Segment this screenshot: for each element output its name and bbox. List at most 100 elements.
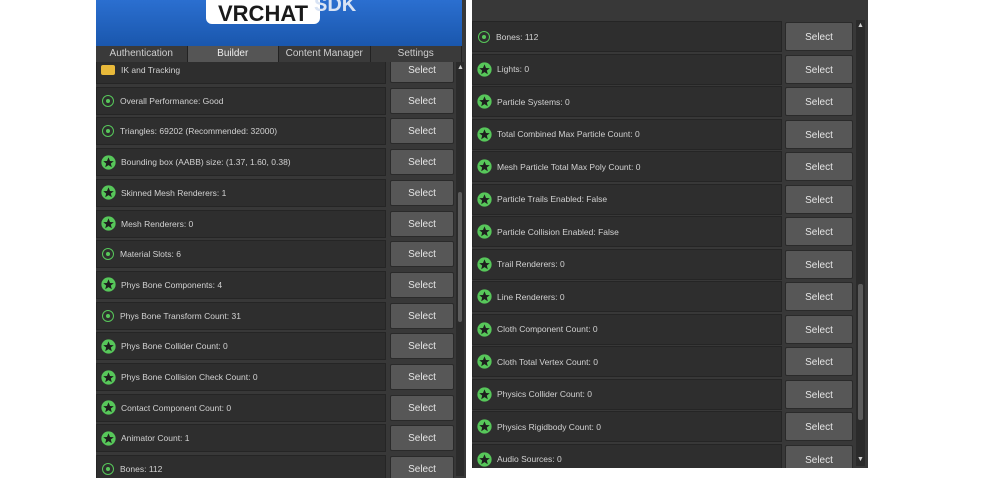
- select-button[interactable]: Select: [390, 333, 454, 360]
- validation-item-label: Triangles: 69202 (Recommended: 32000): [120, 126, 278, 137]
- select-button[interactable]: Select: [785, 152, 853, 181]
- validation-item-label: Trail Renderers: 0: [497, 259, 565, 269]
- tab-settings[interactable]: Settings: [370, 46, 462, 62]
- validation-row: Contact Component Count: 0 Select: [96, 393, 456, 422]
- validation-item-label: Lights: 0: [497, 64, 530, 74]
- select-button[interactable]: Select: [390, 210, 454, 237]
- validation-item-label: Skinned Mesh Renderers: 1: [121, 187, 227, 198]
- validation-row: Cloth Component Count: 0 Select: [472, 313, 856, 345]
- validation-row: Lights: 0 Select: [472, 53, 856, 85]
- select-button[interactable]: Select: [390, 241, 454, 268]
- tab-builder[interactable]: Builder: [187, 46, 279, 62]
- select-button[interactable]: Select: [390, 456, 454, 478]
- select-button[interactable]: Select: [390, 302, 454, 329]
- validation-row: Material Slots: 6 Select: [96, 240, 456, 269]
- right-scrollbar[interactable]: ▲ ▼: [856, 20, 865, 466]
- validation-item: Bones: 112: [472, 21, 782, 52]
- scroll-up-arrow-icon[interactable]: ▲: [457, 64, 464, 71]
- left-scrollbar-thumb[interactable]: [458, 192, 462, 322]
- scroll-down-arrow-icon[interactable]: ▼: [857, 456, 864, 463]
- sdk-logo-text: SDK: [314, 0, 357, 16]
- validation-row: Physics Rigidbody Count: 0 Select: [472, 411, 856, 442]
- select-button[interactable]: Select: [785, 412, 853, 441]
- validation-item-label: Contact Component Count: 0: [121, 402, 232, 413]
- star-icon: [101, 185, 116, 200]
- validation-item-label: Physics Collider Count: 0: [497, 389, 592, 399]
- validation-row: Phys Bone Components: 4 Select: [96, 270, 456, 299]
- validation-row: Bones: 112 Select: [472, 21, 856, 52]
- star-icon: [477, 386, 492, 402]
- select-button[interactable]: Select: [785, 217, 853, 246]
- validation-item: Audio Sources: 0: [472, 443, 782, 468]
- validation-row: Trail Renderers: 0 Select: [472, 248, 856, 280]
- check-circle-icon: [102, 125, 114, 138]
- select-button[interactable]: Select: [390, 87, 454, 114]
- star-icon: [101, 339, 116, 354]
- tab-authentication[interactable]: Authentication: [96, 46, 188, 62]
- validation-row: Overall Performance: Good Select: [96, 86, 456, 115]
- validation-item-label: IK and Tracking: [121, 65, 181, 75]
- validation-panel-right: Bones: 112 Select Lights: 0 Select Particle …: [472, 0, 868, 468]
- select-button[interactable]: Select: [785, 249, 853, 279]
- validation-item: Phys Bone Transform Count: 31: [96, 301, 386, 330]
- left-validation-list: IK and Tracking Select Overall Performance…: [96, 62, 456, 478]
- select-button[interactable]: Select: [785, 184, 853, 214]
- select-button[interactable]: Select: [785, 282, 853, 311]
- select-button[interactable]: Select: [785, 119, 853, 149]
- validation-item: Skinned Mesh Renderers: 1: [96, 178, 386, 207]
- validation-item: Trail Renderers: 0: [472, 248, 782, 280]
- select-button[interactable]: Select: [390, 364, 454, 390]
- validation-row: Triangles: 69202 (Recommended: 32000) Sel…: [96, 117, 456, 146]
- star-icon: [477, 289, 492, 304]
- select-button[interactable]: Select: [390, 271, 454, 298]
- select-button[interactable]: Select: [785, 314, 853, 344]
- validation-row: IK and Tracking Select: [96, 62, 456, 84]
- tab-bar: Authentication Builder Content Manager S…: [96, 46, 462, 62]
- select-button[interactable]: Select: [390, 179, 454, 206]
- right-scrollbar-thumb[interactable]: [858, 284, 863, 420]
- left-scrollbar[interactable]: ▲: [456, 62, 464, 476]
- select-button[interactable]: Select: [785, 87, 853, 116]
- validation-item: Contact Component Count: 0: [96, 393, 386, 422]
- validation-item-label: Bones: 112: [120, 464, 163, 475]
- validation-row: Mesh Particle Total Max Poly Count: 0 Sel…: [472, 151, 856, 182]
- validation-row: Phys Bone Transform Count: 31 Select: [96, 301, 456, 330]
- validation-row: Bones: 112 Select: [96, 455, 456, 478]
- star-icon: [101, 216, 116, 231]
- select-button[interactable]: Select: [390, 62, 454, 83]
- check-circle-icon: [478, 30, 490, 43]
- validation-item: Particle Trails Enabled: False: [472, 183, 782, 215]
- validation-row: Total Combined Max Particle Count: 0 Sele…: [472, 118, 856, 150]
- star-icon: [477, 126, 492, 142]
- select-button[interactable]: Select: [785, 379, 853, 409]
- validation-item: Phys Bone Components: 4: [96, 270, 386, 299]
- select-button[interactable]: Select: [785, 347, 853, 376]
- select-button[interactable]: Select: [390, 425, 454, 452]
- star-icon: [101, 431, 116, 446]
- validation-item: Overall Performance: Good: [96, 86, 386, 115]
- validation-item-label: Particle Systems: 0: [497, 96, 570, 107]
- validation-item-label: Phys Bone Collision Check Count: 0: [121, 372, 258, 382]
- validation-item: Total Combined Max Particle Count: 0: [472, 118, 782, 150]
- validation-row: Skinned Mesh Renderers: 1 Select: [96, 178, 456, 207]
- select-button[interactable]: Select: [785, 444, 853, 468]
- validation-item-label: Phys Bone Collider Count: 0: [121, 341, 228, 352]
- tab-content-manager[interactable]: Content Manager: [279, 46, 371, 62]
- validation-item: Phys Bone Collision Check Count: 0: [96, 363, 386, 391]
- validation-row: Bounding box (AABB) size: (1.37, 1.60, 0…: [96, 148, 456, 177]
- star-icon: [477, 354, 492, 369]
- select-button[interactable]: Select: [390, 149, 454, 176]
- validation-item-label: Phys Bone Transform Count: 31: [120, 310, 241, 321]
- validation-row: Animator Count: 1 Select: [96, 424, 456, 453]
- validation-row: Physics Collider Count: 0 Select: [472, 378, 856, 410]
- vrchat-logo: VRCHAT: [206, 0, 321, 26]
- select-button[interactable]: Select: [785, 54, 853, 84]
- star-icon: [101, 400, 116, 415]
- validation-item: Bounding box (AABB) size: (1.37, 1.60, 0…: [96, 148, 386, 177]
- select-button[interactable]: Select: [390, 394, 454, 421]
- star-icon: [477, 321, 492, 337]
- select-button[interactable]: Select: [785, 22, 853, 51]
- scroll-up-arrow-icon[interactable]: ▲: [857, 22, 864, 29]
- select-button[interactable]: Select: [390, 118, 454, 145]
- star-icon: [101, 369, 116, 385]
